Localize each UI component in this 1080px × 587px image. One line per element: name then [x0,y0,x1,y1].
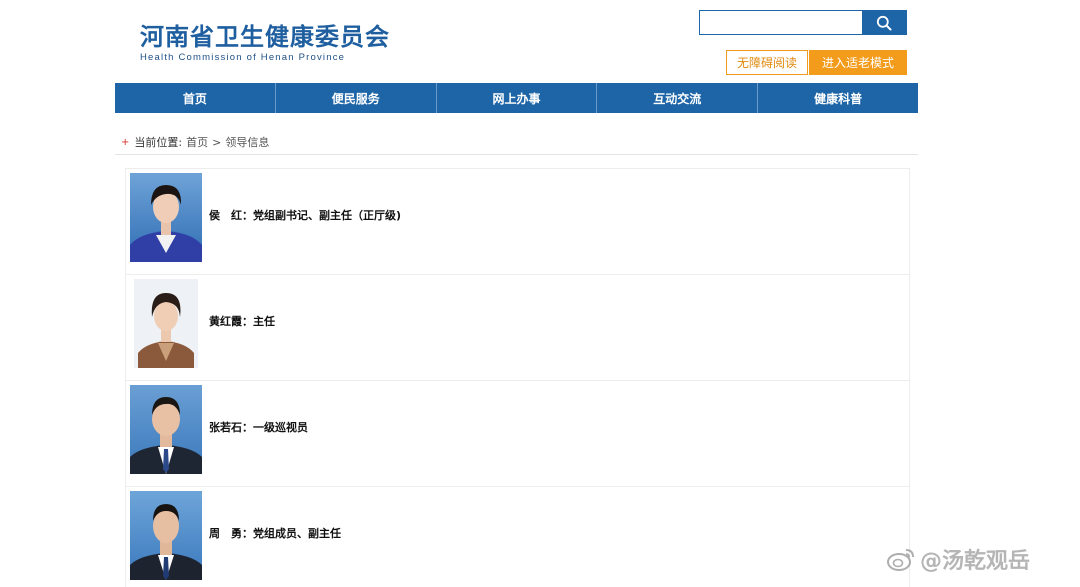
leader-colon: ： [242,315,253,328]
search-bar [699,10,907,35]
logo-chinese-title: 河南省卫生健康委员会 [140,23,390,51]
nav-item-health-science[interactable]: 健康科普 [758,83,918,113]
leader-item[interactable]: 黄红霞：主任 [126,275,909,381]
leader-caption[interactable]: 侯 红：党组副书记、副主任（正厅级) [209,169,401,261]
breadcrumb-plus-icon: + [121,136,130,148]
leader-name: 黄红霞 [209,315,242,328]
accessibility-reading-button[interactable]: 无障碍阅读 [726,50,808,75]
weibo-icon [887,549,914,571]
breadcrumb-home-link[interactable]: 首页 [186,134,208,150]
breadcrumb-current: 领导信息 [225,136,270,149]
leader-caption[interactable]: 张若石：一级巡视员 [209,381,308,473]
leader-title: 党组成员、副主任 [253,527,341,540]
leader-colon: ： [242,421,253,434]
logo-english-title: Health Commission of Henan Province [140,52,346,63]
breadcrumb: + 当前位置: 首页 > 领导信息 [121,134,269,150]
leader-colon: ： [242,209,253,222]
leader-photo[interactable] [130,491,202,580]
leader-photo[interactable] [130,385,202,474]
leader-caption[interactable]: 黄红霞：主任 [209,275,275,367]
weibo-watermark: @汤乾观岳 [886,543,1030,575]
nav-item-online-affairs[interactable]: 网上办事 [437,83,598,113]
search-input[interactable] [700,11,862,34]
leader-item[interactable]: 侯 红：党组副书记、副主任（正厅级) [126,169,909,275]
leader-list: 侯 红：党组副书记、副主任（正厅级) 黄红霞：主任 张若石 ： 一级巡视员 周 … [125,168,910,587]
search-button[interactable] [862,11,906,34]
leader-item[interactable]: 张若石：一级巡视员 [126,381,909,487]
site-logo[interactable]: 河南省卫生健康委员会 Health Commission of Henan Pr… [140,22,390,63]
leader-name: 张若石 [209,421,242,434]
breadcrumb-label: 当前位置: [134,136,183,149]
leader-name: 侯 红 [209,209,242,222]
nav-item-home[interactable]: 首页 [115,83,276,113]
breadcrumb-divider [115,154,918,155]
leader-title: 党组副书记、副主任（正厅级) [253,209,402,222]
leader-colon: ： [242,527,253,540]
leader-name: 周 勇 [209,527,242,540]
leader-caption[interactable]: 周 勇：党组成员、副主任 [209,487,341,579]
elder-mode-button[interactable]: 进入适老模式 [809,50,907,75]
leader-photo[interactable] [134,279,198,368]
leader-photo[interactable] [130,173,202,262]
leader-title: 一级巡视员 [253,421,308,434]
watermark-text: @汤乾观岳 [920,549,1031,574]
page: 河南省卫生健康委员会 Health Commission of Henan Pr… [0,0,1080,587]
breadcrumb-separator: > [212,135,222,149]
search-icon [876,15,892,30]
leader-item[interactable]: 周 勇：党组成员、副主任 [126,487,909,587]
leader-title: 主任 [253,315,275,328]
nav-item-interaction[interactable]: 互动交流 [597,83,759,113]
nav-item-services[interactable]: 便民服务 [276,83,437,113]
main-nav: 首页 便民服务 网上办事 互动交流 健康科普 [115,83,918,113]
